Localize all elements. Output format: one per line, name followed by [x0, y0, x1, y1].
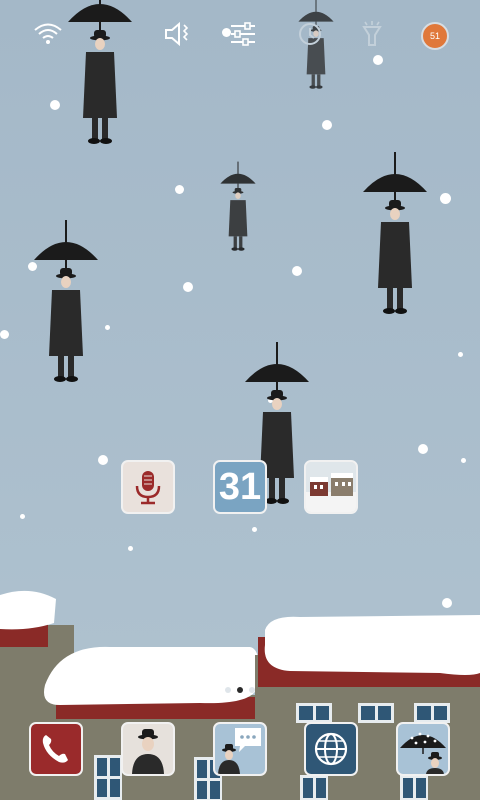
home-screen: 51 31	[0, 0, 480, 800]
calendar-date: 31	[218, 466, 262, 508]
vibrate-icon[interactable]	[158, 14, 198, 54]
wifi-icon[interactable]	[28, 14, 68, 54]
gallery-icon[interactable]	[304, 460, 358, 514]
contacts-icon[interactable]	[121, 722, 175, 776]
calendar-icon[interactable]: 31	[213, 460, 267, 514]
voice-recorder-icon[interactable]	[121, 460, 175, 514]
settings-sliders-icon[interactable]	[223, 14, 263, 54]
umbrella-men-illustration	[33, 0, 428, 505]
flashlight-icon[interactable]	[352, 14, 392, 54]
battery-indicator[interactable]: 51	[421, 22, 449, 50]
browser-icon[interactable]	[304, 722, 358, 776]
theme-icon[interactable]	[396, 722, 450, 776]
sync-icon[interactable]	[290, 14, 330, 54]
messages-icon[interactable]	[213, 722, 267, 776]
phone-icon[interactable]	[29, 722, 83, 776]
